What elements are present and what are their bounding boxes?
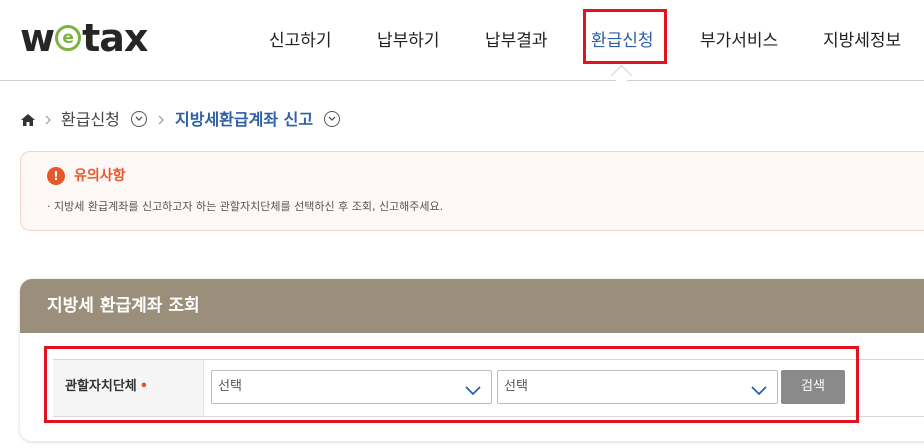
panel-title: 지방세 환급계좌 조회 <box>47 296 200 316</box>
site-header: w e tax 신고하기 납부하기 납부결과 환급신청 부가서비스 지방세정보 <box>0 0 924 87</box>
notice-text: · 지방세 환급계좌를 신고하고자 하는 관할자치단체를 선택하신 후 조회, … <box>47 200 444 213</box>
warning-icon: ! <box>47 167 65 185</box>
home-icon[interactable] <box>20 108 36 139</box>
logo-prefix: w <box>20 16 55 60</box>
nav-payment[interactable]: 납부하기 <box>377 26 440 51</box>
logo-suffix: tax <box>82 16 148 60</box>
nav-highlight-box <box>583 9 667 64</box>
nav-report[interactable]: 신고하기 <box>269 26 332 51</box>
breadcrumb-current-dropdown-icon[interactable] <box>324 111 340 127</box>
panel-header: 지방세 환급계좌 조회 <box>20 279 924 333</box>
nav-active-caret <box>610 64 633 87</box>
breadcrumb-current-page[interactable]: 지방세환급계좌 신고 <box>175 108 313 132</box>
breadcrumb-separator-icon <box>44 108 52 139</box>
nav-payment-result[interactable]: 납부결과 <box>485 26 548 51</box>
nav-local-tax-info[interactable]: 지방세정보 <box>823 26 901 51</box>
logo-e-mark: e <box>55 24 82 51</box>
wetax-logo[interactable]: w e tax <box>20 16 148 60</box>
breadcrumb-refund-request[interactable]: 환급신청 <box>61 108 120 132</box>
breadcrumb-separator-icon <box>157 108 165 139</box>
notice-box: ! 유의사항 · 지방세 환급계좌를 신고하고자 하는 관할자치단체를 선택하신… <box>20 151 924 231</box>
notice-title: 유의사항 <box>74 168 126 184</box>
logo-e-letter: e <box>62 27 74 48</box>
form-highlight-box <box>44 346 859 423</box>
nav-additional-services[interactable]: 부가서비스 <box>700 26 778 51</box>
breadcrumb-dropdown-icon[interactable] <box>131 111 147 127</box>
